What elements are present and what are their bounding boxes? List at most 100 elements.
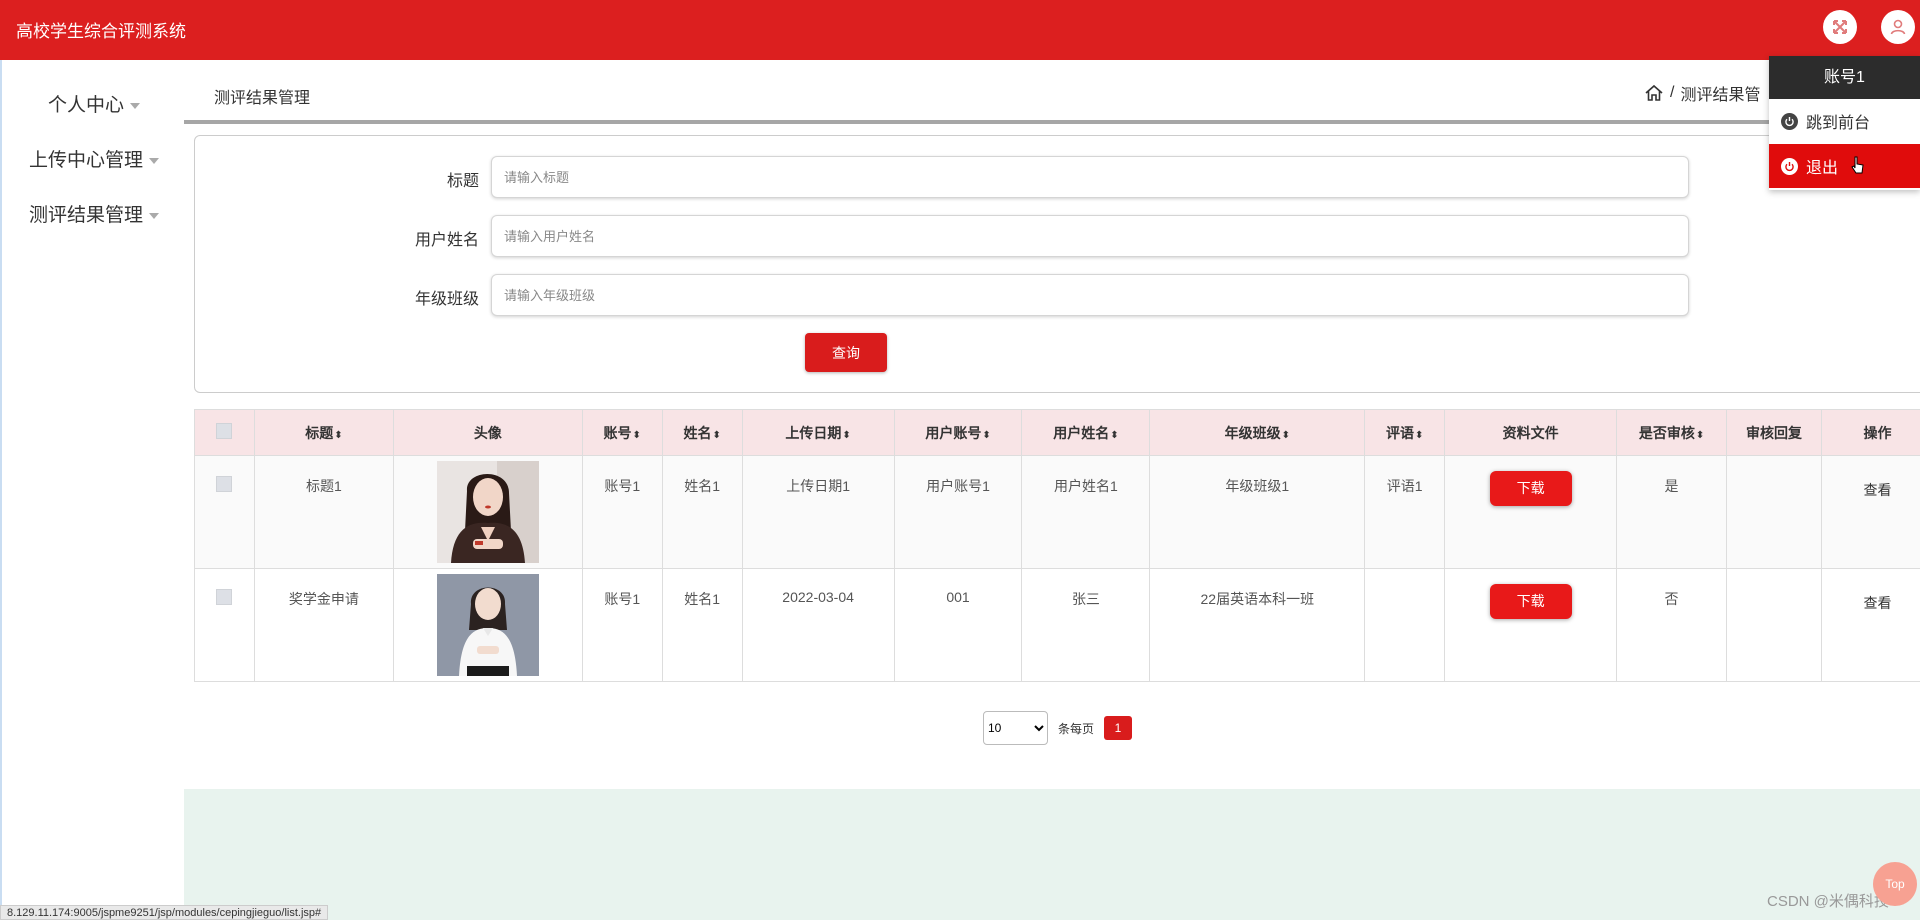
grade-class-label: 年级班级 [415,285,479,309]
sort-icon: ⬍ [334,430,342,441]
column-header-reviewed[interactable]: 是否审核⬍ [1617,410,1727,456]
caret-down-icon [149,213,159,219]
column-header-name[interactable]: 姓名⬍ [662,410,742,456]
search-row-title: 标题 [195,156,1920,198]
power-icon [1781,113,1798,130]
page-size-select[interactable]: 102050 [983,711,1048,745]
home-icon[interactable] [1644,83,1664,103]
reviewed-cell: 否 [1617,569,1727,682]
name-cell: 姓名1 [662,456,742,569]
column-header-account[interactable]: 账号⬍ [582,410,662,456]
file-cell: 下载 [1445,456,1617,569]
user-name-cell: 张三 [1022,569,1150,682]
caret-down-icon [149,158,159,164]
grade-class-cell: 22届英语本科一班 [1150,569,1365,682]
comment-cell: 评语1 [1365,456,1445,569]
sidebar-item-evaluation-results[interactable]: 测评结果管理 [2,200,186,227]
review-reply-cell [1727,456,1822,569]
file-cell: 下载 [1445,569,1617,682]
pointer-cursor-icon [1850,156,1866,176]
user-account-cell: 001 [894,569,1022,682]
search-row-user-name: 用户姓名 [195,215,1920,257]
reviewed-cell: 是 [1617,456,1727,569]
app-title: 高校学生综合评测系统 [16,17,186,42]
breadcrumb: / 测评结果管 [1644,81,1760,105]
download-button[interactable]: 下载 [1490,471,1572,506]
select-all-checkbox[interactable] [216,423,232,439]
grade-class-cell: 年级班级1 [1150,456,1365,569]
column-header-avatar: 头像 [393,410,582,456]
user-account-cell: 用户账号1 [894,456,1022,569]
account-cell: 账号1 [582,569,662,682]
per-page-label: 条每页 [1058,720,1094,737]
account-cell: 账号1 [582,456,662,569]
sort-icon: ⬍ [1282,430,1290,441]
row-checkbox[interactable] [216,589,232,605]
search-row-grade-class: 年级班级 [195,274,1920,316]
user-icon [1889,18,1907,36]
title-input[interactable] [491,156,1689,198]
top-navbar: 高校学生综合评测系统 [0,0,1920,60]
upload-date-cell: 2022-03-04 [742,569,894,682]
sidebar-item-personal-center[interactable]: 个人中心 [2,90,186,117]
column-header-upload-date[interactable]: 上传日期⬍ [742,410,894,456]
back-to-top-button[interactable]: Top [1873,862,1917,906]
column-header-user-account[interactable]: 用户账号⬍ [894,410,1022,456]
user-dropdown-menu: 账号1 跳到前台 退出 [1769,56,1920,190]
sort-icon: ⬍ [982,430,990,441]
sort-icon: ⬍ [842,430,850,441]
title-cell: 奖学金申请 [254,569,393,682]
action-cell: 查看 [1821,569,1920,682]
table-row: 奖学金申请 账号1 姓名1 2022-03-04 001 张三 22届英语本科一… [195,569,1920,682]
view-link[interactable]: 查看 [1863,480,1891,500]
query-button[interactable]: 查询 [805,333,887,372]
breadcrumb-separator: / [1670,84,1674,102]
caret-down-icon [130,103,140,109]
sidebar: 个人中心 上传中心管理 测评结果管理 [0,60,184,920]
column-header-file: 资料文件 [1445,410,1617,456]
sidebar-item-upload-center[interactable]: 上传中心管理 [2,145,186,172]
watermark-text: CSDN @米偶科技 [1767,890,1889,911]
table-header-row: 标题⬍ 头像 账号⬍ 姓名⬍ 上传日期⬍ 用户账号⬍ 用户姓名⬍ 年级班级⬍ 评… [195,410,1920,456]
sidebar-item-label: 个人中心 [48,95,124,116]
view-link[interactable]: 查看 [1863,593,1891,613]
sort-icon: ⬍ [633,430,641,441]
user-name-input[interactable] [491,215,1689,257]
avatar-photo [437,461,539,563]
user-avatar-button[interactable] [1881,10,1915,44]
avatar-cell [393,569,582,682]
sort-icon: ⬍ [1110,430,1118,441]
power-icon [1781,158,1798,175]
status-bar-url: 8.129.11.174:9005/jspme9251/jsp/modules/… [0,905,328,920]
menu-item-label: 退出 [1806,154,1838,178]
page-number-button[interactable]: 1 [1104,716,1132,740]
pagination: 102050 条每页 1 [983,711,1132,745]
download-button[interactable]: 下载 [1490,584,1572,619]
breadcrumb-current: 测评结果管 [1680,81,1760,105]
action-cell: 查看 [1821,456,1920,569]
sort-icon: ⬍ [1415,430,1423,441]
avatar-photo [437,574,539,676]
title-label: 标题 [447,167,479,191]
expand-icon [1832,19,1848,35]
menu-item-go-frontend[interactable]: 跳到前台 [1769,99,1920,143]
row-checkbox-cell [195,569,255,682]
menu-item-logout[interactable]: 退出 [1769,144,1920,188]
content-header: 测评结果管理 / 测评结果管 [184,60,1920,124]
table-row: 标题1 账号1 姓名1 上传日期1 用户账号1 用户姓名 [195,456,1920,569]
dropdown-account-name: 账号1 [1769,56,1920,99]
sidebar-item-label: 上传中心管理 [29,150,143,171]
menu-item-label: 跳到前台 [1806,109,1870,133]
column-header-title[interactable]: 标题⬍ [254,410,393,456]
search-panel: 标题 用户姓名 年级班级 查询 [194,135,1920,393]
grade-class-input[interactable] [491,274,1689,316]
footer-area [184,789,1920,920]
name-cell: 姓名1 [662,569,742,682]
row-checkbox[interactable] [216,476,232,492]
column-header-grade-class[interactable]: 年级班级⬍ [1150,410,1365,456]
row-checkbox-cell [195,456,255,569]
column-header-comment[interactable]: 评语⬍ [1365,410,1445,456]
select-all-cell [195,410,255,456]
column-header-user-name[interactable]: 用户姓名⬍ [1022,410,1150,456]
fullscreen-button[interactable] [1823,10,1857,44]
